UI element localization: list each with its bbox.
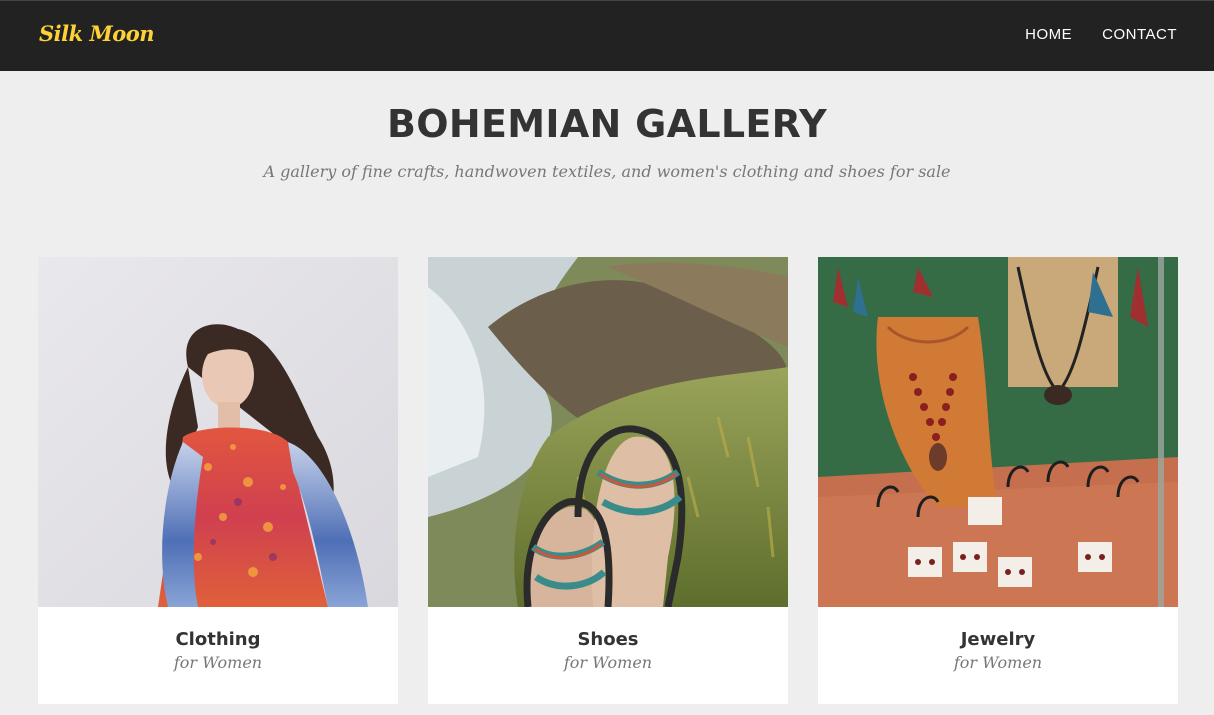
nav-link-contact[interactable]: CONTACT [1102,26,1177,43]
page-title: BOHEMIAN GALLERY [387,102,827,146]
gallery-card-jewelry[interactable]: Jewelry for Women [818,257,1178,704]
shoes-image[interactable] [428,257,788,607]
gallery-card-clothing[interactable]: Clothing for Women [38,257,398,704]
brand-logo[interactable]: Silk Moon [39,21,155,46]
woman-in-dress-photo [38,257,398,607]
navbar: Silk Moon HOME CONTACT [0,0,1214,71]
gallery-card-shoes[interactable]: Shoes for Women [428,257,788,704]
card-title: Clothing [175,629,261,650]
card-caption: Shoes for Women [428,629,788,672]
card-title: Jewelry [960,629,1036,650]
jewelry-image[interactable] [818,257,1178,607]
card-caption: Clothing for Women [38,629,398,672]
clothing-image[interactable] [38,257,398,607]
nav-link-home[interactable]: HOME [1025,26,1072,43]
card-title: Shoes [577,629,639,650]
page-subtitle: A gallery of fine crafts, handwoven text… [263,162,951,181]
card-subtitle: for Women [563,653,653,672]
card-subtitle: for Women [953,653,1043,672]
card-subtitle: for Women [173,653,263,672]
nav-links: HOME CONTACT [1025,26,1177,43]
sandals-photo [428,257,788,607]
jewelry-display-photo [818,257,1178,607]
page-header: BOHEMIAN GALLERY A gallery of fine craft… [0,71,1214,181]
card-caption: Jewelry for Women [818,629,1178,672]
